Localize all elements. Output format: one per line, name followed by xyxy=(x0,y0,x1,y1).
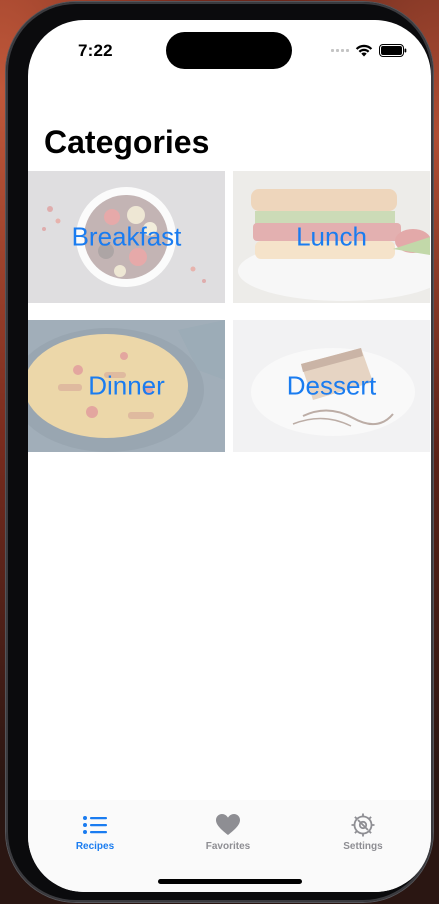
heart-icon xyxy=(173,812,283,838)
category-tile-dessert[interactable]: Dessert xyxy=(233,320,430,452)
tab-label-settings: Settings xyxy=(343,841,383,852)
list-icon xyxy=(40,812,150,838)
gear-icon xyxy=(308,812,418,838)
page-title: Categories xyxy=(44,124,210,160)
tab-label-favorites: Favorites xyxy=(205,841,251,852)
status-indicators xyxy=(331,41,407,59)
category-tile-dinner[interactable]: Dinner xyxy=(28,320,225,452)
tab-favorites[interactable]: Favorites xyxy=(173,812,283,852)
tab-bar: Recipes Favorites Settings xyxy=(28,800,431,892)
cellular-signal-icon xyxy=(331,48,349,52)
category-label: Breakfast xyxy=(71,221,182,252)
category-tile-breakfast[interactable]: Breakfast xyxy=(28,171,225,303)
status-time: 7:22 xyxy=(78,41,113,60)
tab-recipes[interactable]: Recipes xyxy=(40,812,150,852)
home-indicator[interactable] xyxy=(158,879,302,884)
dynamic-island xyxy=(166,32,292,69)
wifi-icon xyxy=(355,44,373,56)
battery-icon xyxy=(379,43,407,57)
tab-label-recipes: Recipes xyxy=(75,841,115,852)
tab-settings[interactable]: Settings xyxy=(308,812,418,852)
category-label: Dinner xyxy=(88,370,165,401)
category-label: Lunch xyxy=(296,221,367,252)
category-tile-lunch[interactable]: Lunch xyxy=(233,171,430,303)
category-label: Dessert xyxy=(286,370,377,401)
phone-frame: 7:22 Categories Breakfast Lunch Dinner D… xyxy=(6,2,433,902)
app-screen: 7:22 Categories Breakfast Lunch Dinner D… xyxy=(28,20,431,892)
